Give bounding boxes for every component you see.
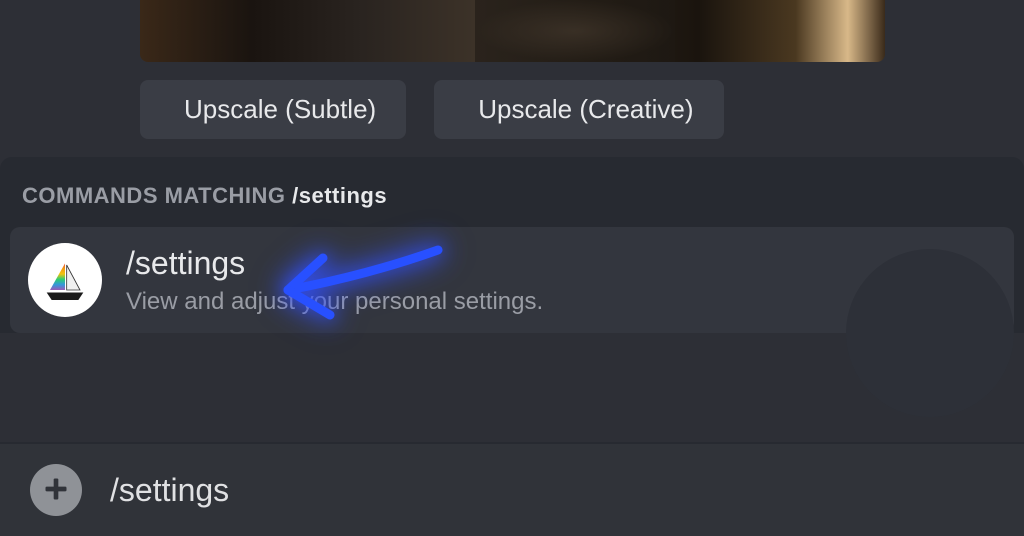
command-suggestion-settings[interactable]: /settings View and adjust your personal … [10,227,1014,333]
header-prefix: COMMANDS MATCHING [22,183,292,208]
upscale-subtle-button[interactable]: Upscale (Subtle) [140,80,406,139]
command-description: View and adjust your personal settings. [126,288,543,316]
generated-image-preview [140,0,885,62]
button-label: Upscale (Subtle) [184,94,376,125]
message-input-bar: /settings [0,442,1024,536]
button-label: Upscale (Creative) [478,94,693,125]
command-autocomplete-panel: COMMANDS MATCHING /settings [0,157,1024,333]
source-app-avatar [846,249,1014,417]
header-query: /settings [292,183,387,208]
command-name: /settings [126,245,543,282]
add-attachment-button[interactable] [30,464,82,516]
action-buttons-row: Upscale (Subtle) Upscale (Creative) [140,80,1024,139]
sailboat-icon [40,255,90,305]
plus-icon [42,475,70,506]
upscale-creative-button[interactable]: Upscale (Creative) [434,80,723,139]
commands-matching-header: COMMANDS MATCHING /settings [0,169,1024,227]
midjourney-bot-avatar [28,243,102,317]
message-input[interactable]: /settings [110,472,229,509]
